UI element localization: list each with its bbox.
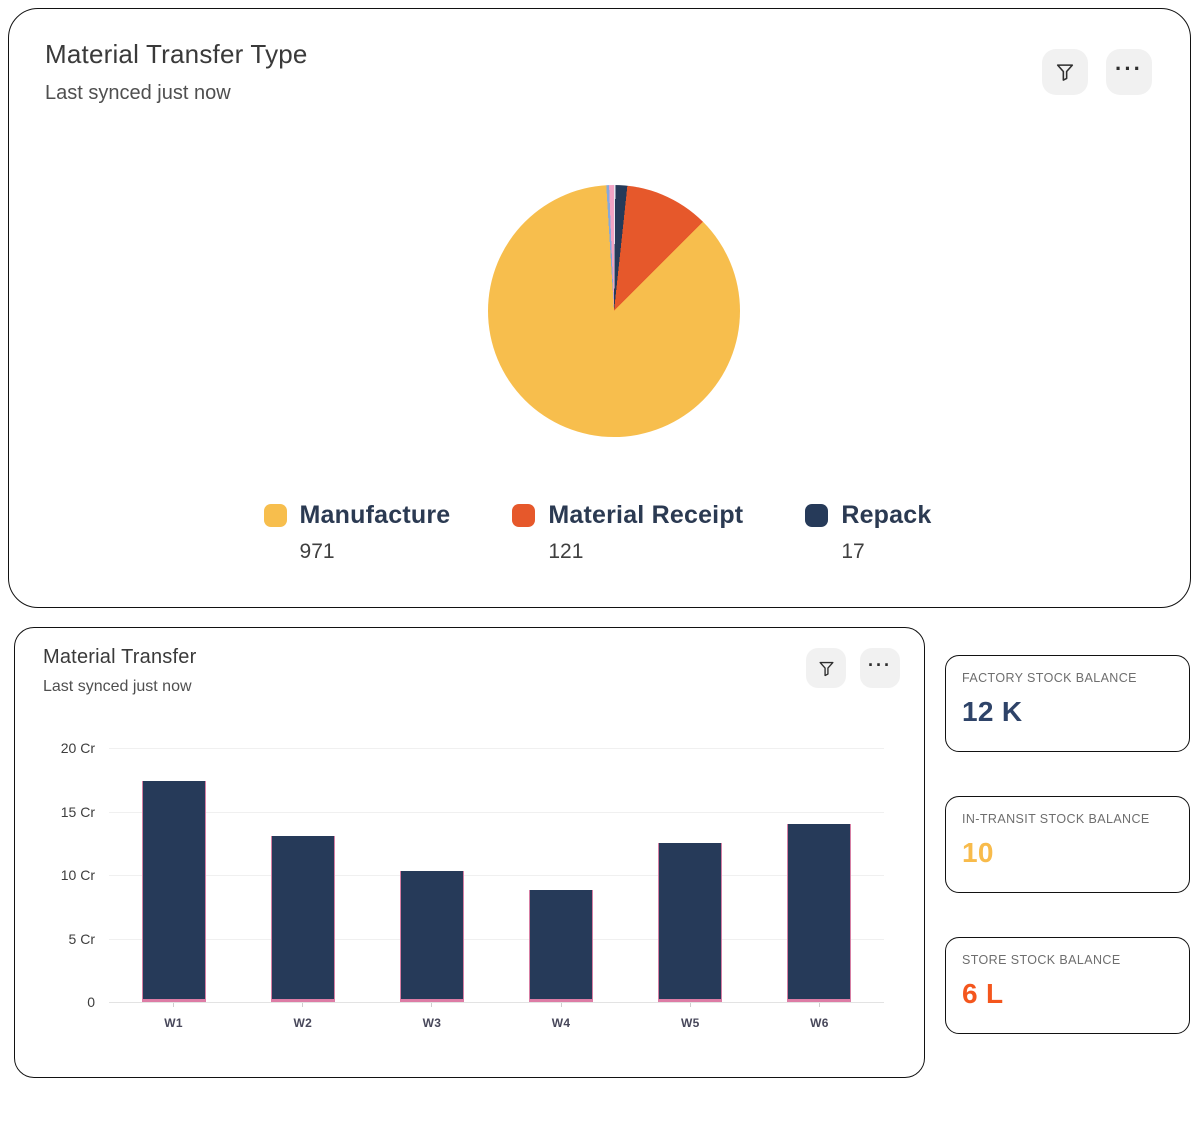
x-tick-label: W3 xyxy=(367,1016,496,1030)
last-synced-text: Last synced just now xyxy=(43,678,896,696)
bar-slot xyxy=(497,748,626,1002)
x-cell: W4 xyxy=(497,1002,626,1030)
material-transfer-card: Material Transfer Last synced just now ·… xyxy=(14,627,925,1078)
card-actions: ··· xyxy=(1042,49,1152,95)
repack-swatch xyxy=(805,504,828,527)
stat-label: FACTORY STOCK BALANCE xyxy=(962,671,1173,685)
last-synced-text: Last synced just now xyxy=(45,82,1150,105)
stat-value: 10 xyxy=(962,837,1173,869)
legend-label: Material Receipt xyxy=(548,501,743,530)
pie-chart-area xyxy=(45,185,1150,437)
x-tick-label: W2 xyxy=(238,1016,367,1030)
manufacture-swatch xyxy=(264,504,287,527)
stat-value: 6 L xyxy=(962,978,1173,1010)
more-options-button[interactable]: ··· xyxy=(1106,49,1152,95)
x-tick-label: W1 xyxy=(109,1016,238,1030)
x-tick-label: W6 xyxy=(755,1016,884,1030)
bar-w5 xyxy=(658,843,722,1002)
legend-value: 971 xyxy=(300,540,451,564)
more-options-button[interactable]: ··· xyxy=(860,648,900,688)
bar-w6 xyxy=(787,824,851,1002)
x-tick-label: W5 xyxy=(626,1016,755,1030)
x-cell: W2 xyxy=(238,1002,367,1030)
legend-value: 121 xyxy=(548,540,743,564)
legend-row: Material Receipt xyxy=(512,501,743,530)
filter-icon xyxy=(817,659,836,678)
y-tick-label: 15 Cr xyxy=(43,804,95,820)
x-cell: W1 xyxy=(109,1002,238,1030)
x-axis-line: 0 xyxy=(109,1002,884,1003)
card-title: Material Transfer xyxy=(43,646,896,669)
stat-cards-column: FACTORY STOCK BALANCE 12 K IN-TRANSIT ST… xyxy=(945,655,1190,1034)
bar-slot xyxy=(755,748,884,1002)
x-tick-label: W4 xyxy=(497,1016,626,1030)
bottom-row: Material Transfer Last synced just now ·… xyxy=(14,627,1191,1078)
legend-label: Manufacture xyxy=(300,501,451,530)
y-tick-label: 20 Cr xyxy=(43,740,95,756)
bars-container xyxy=(109,748,884,1002)
dashboard-page: Material Transfer Type Last synced just … xyxy=(0,0,1200,1078)
filter-icon xyxy=(1054,61,1076,83)
bar-chart-plot: 20 Cr 15 Cr 10 Cr 5 Cr 0 xyxy=(109,748,884,1002)
x-cell: W3 xyxy=(367,1002,496,1030)
stat-value: 12 K xyxy=(962,696,1173,728)
legend-label: Repack xyxy=(841,501,931,530)
stat-label: IN-TRANSIT STOCK BALANCE xyxy=(962,812,1173,826)
bar-slot xyxy=(109,748,238,1002)
stat-label: STORE STOCK BALANCE xyxy=(962,953,1173,967)
factory-stock-balance-card: FACTORY STOCK BALANCE 12 K xyxy=(945,655,1190,752)
bar-w2 xyxy=(271,836,335,1002)
card-actions: ··· xyxy=(806,648,900,688)
bar-slot xyxy=(238,748,367,1002)
filter-button[interactable] xyxy=(1042,49,1088,95)
x-axis-labels: W1 W2 W3 W4 W5 W6 xyxy=(109,1002,884,1030)
card-title: Material Transfer Type xyxy=(45,39,1150,70)
y-tick-label: 0 xyxy=(43,994,95,1010)
bar-w4 xyxy=(529,890,593,1002)
x-cell: W5 xyxy=(626,1002,755,1030)
legend-row: Repack xyxy=(805,501,931,530)
legend-item-manufacture: Manufacture 971 xyxy=(264,501,451,564)
bar-w1 xyxy=(142,781,206,1002)
pie-chart xyxy=(488,185,740,437)
y-tick-label: 5 Cr xyxy=(43,931,95,947)
store-stock-balance-card: STORE STOCK BALANCE 6 L xyxy=(945,937,1190,1034)
pie-legend: Manufacture 971 Material Receipt 121 Rep… xyxy=(45,501,1150,564)
legend-item-material-receipt: Material Receipt 121 xyxy=(512,501,743,564)
bar-slot xyxy=(367,748,496,1002)
ellipsis-icon: ··· xyxy=(868,656,892,674)
legend-value: 17 xyxy=(841,540,931,564)
in-transit-stock-balance-card: IN-TRANSIT STOCK BALANCE 10 xyxy=(945,796,1190,893)
material-receipt-swatch xyxy=(512,504,535,527)
legend-item-repack: Repack 17 xyxy=(805,501,931,564)
material-transfer-type-card: Material Transfer Type Last synced just … xyxy=(8,8,1191,608)
bar-w3 xyxy=(400,871,464,1002)
filter-button[interactable] xyxy=(806,648,846,688)
ellipsis-icon: ··· xyxy=(1115,58,1143,80)
y-tick-label: 10 Cr xyxy=(43,867,95,883)
legend-row: Manufacture xyxy=(264,501,451,530)
bar-slot xyxy=(626,748,755,1002)
x-cell: W6 xyxy=(755,1002,884,1030)
